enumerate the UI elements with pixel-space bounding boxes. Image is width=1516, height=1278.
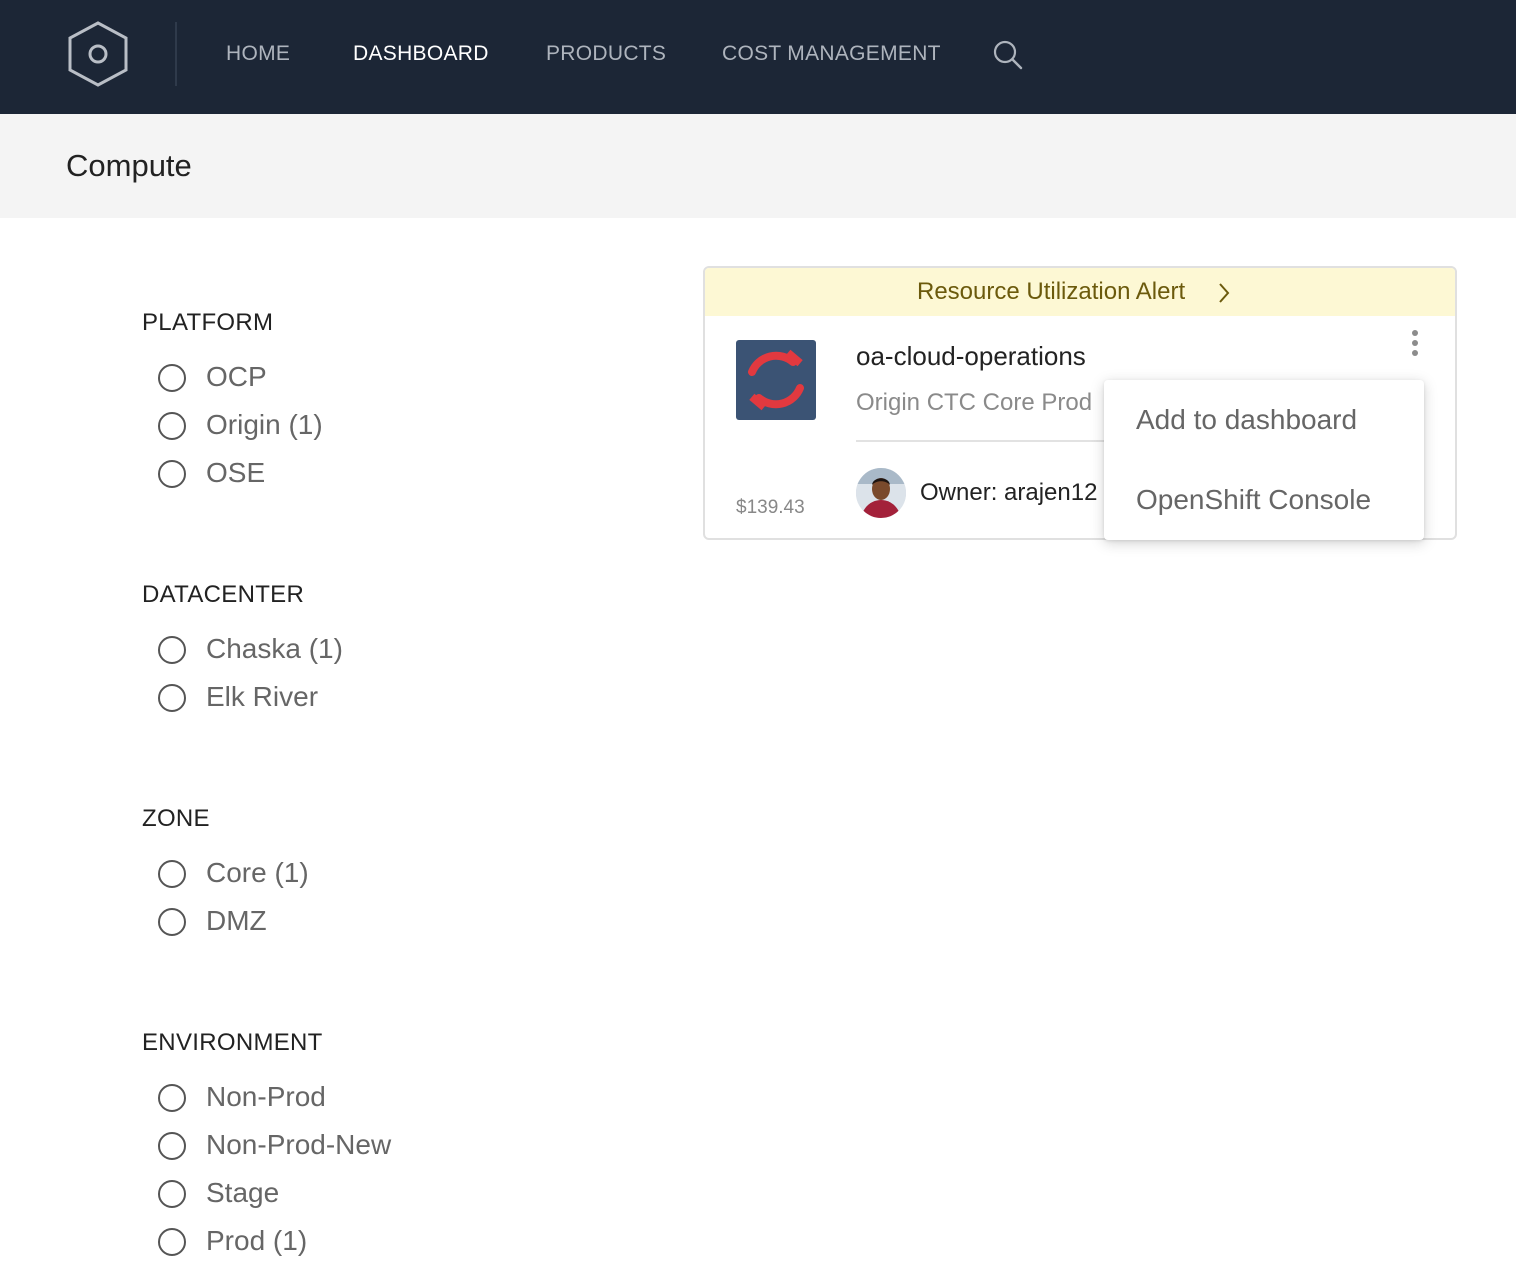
card-divider: [856, 440, 1116, 442]
openshift-origin-icon: [736, 340, 816, 420]
filter-title-environment: ENVIRONMENT: [142, 1029, 323, 1056]
filter-option-label: Chaska (1): [206, 633, 343, 664]
resource-subtitle: Origin CTC Core Prod: [856, 389, 1093, 416]
filter-title-platform: PLATFORM: [142, 309, 274, 336]
menu-item-add-to-dashboard[interactable]: Add to dashboard: [1136, 403, 1357, 437]
search-icon[interactable]: [992, 39, 1024, 71]
radio-button[interactable]: [158, 1132, 186, 1160]
radio-button[interactable]: [158, 1228, 186, 1256]
filter-option-label: OSE: [206, 457, 266, 488]
owner-label: Owner: arajen12: [920, 479, 1098, 506]
page-title: Compute: [66, 148, 192, 183]
filter-option-label: Non-Prod: [206, 1081, 326, 1112]
radio-button[interactable]: [158, 636, 186, 664]
filter-option-label: Stage: [206, 1177, 280, 1208]
hexagon-logo-icon[interactable]: [66, 20, 130, 88]
radio-button[interactable]: [158, 908, 186, 936]
nav-item-dashboard[interactable]: DASHBOARD: [353, 40, 489, 68]
resource-title[interactable]: oa-cloud-operations: [856, 340, 1086, 372]
chevron-right-icon: [1219, 283, 1230, 303]
top-nav: HOME DASHBOARD PRODUCTS COST MANAGEMENT: [0, 0, 1516, 114]
filter-option-label: Prod (1): [206, 1225, 308, 1256]
filter-option-label: OCP: [206, 361, 267, 392]
radio-button[interactable]: [158, 1180, 186, 1208]
filter-option-label: Non-Prod-New: [206, 1129, 392, 1160]
filter-title-datacenter: DATACENTER: [142, 581, 305, 608]
resource-alert-banner[interactable]: Resource Utilization Alert: [705, 268, 1455, 316]
nav-item-home[interactable]: HOME: [226, 40, 290, 68]
filter-option-label: DMZ: [206, 905, 267, 936]
owner-avatar: [856, 468, 906, 518]
nav-item-cost-management[interactable]: COST MANAGEMENT: [722, 40, 941, 68]
nav-item-products[interactable]: PRODUCTS: [546, 40, 666, 68]
resource-cost: $139.43: [736, 497, 805, 518]
filter-title-zone: ZONE: [142, 805, 210, 832]
radio-button[interactable]: [158, 412, 186, 440]
card-actions-menu: Add to dashboard OpenShift Console: [1104, 380, 1424, 540]
nav-divider: [175, 22, 177, 86]
radio-button[interactable]: [158, 860, 186, 888]
radio-button[interactable]: [158, 364, 186, 392]
filter-option-label: Core (1): [206, 857, 309, 888]
filter-option-label: Elk River: [206, 681, 319, 712]
kebab-menu-icon[interactable]: [1403, 328, 1427, 358]
filter-option-label: Origin (1): [206, 409, 323, 440]
alert-text: Resource Utilization Alert: [917, 278, 1186, 305]
page-header: [0, 114, 1516, 218]
radio-button[interactable]: [158, 684, 186, 712]
menu-item-openshift-console[interactable]: OpenShift Console: [1136, 483, 1371, 517]
radio-button[interactable]: [158, 460, 186, 488]
radio-button[interactable]: [158, 1084, 186, 1112]
